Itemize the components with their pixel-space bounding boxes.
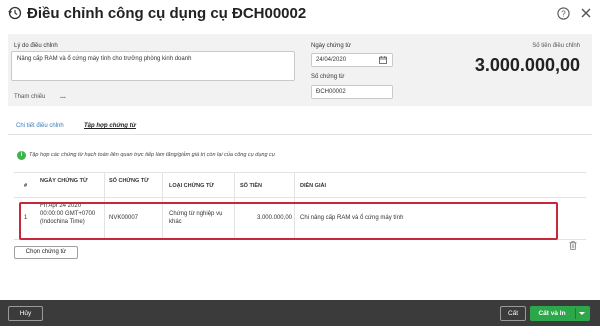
calendar-icon[interactable] — [379, 56, 387, 64]
tab-voucher-collection[interactable]: Tập hợp chứng từ — [84, 123, 136, 129]
chevron-down-icon[interactable] — [579, 312, 585, 315]
cancel-button[interactable]: Hủy — [8, 306, 43, 321]
amount-value: 3.000.000,00 — [474, 55, 580, 75]
info-text: Tập hợp các chứng từ hạch toán liên quan… — [29, 152, 275, 158]
close-icon[interactable] — [580, 7, 592, 19]
col-amount: SỐ TIỀN — [240, 183, 263, 189]
help-icon[interactable]: ? — [557, 7, 570, 20]
docno-input[interactable]: ĐCH00002 — [311, 85, 393, 99]
reference-link[interactable]: ... — [60, 93, 66, 100]
tab-adjust-detail[interactable]: Chi tiết điều chỉnh — [16, 123, 64, 129]
footer-bar: Hủy Cất Cất và In — [0, 300, 600, 326]
history-icon[interactable] — [8, 6, 22, 20]
info-icon: i — [17, 151, 26, 160]
grid-header: # NGÀY CHỨNG TỪ SỐ CHỨNG TỪ LOẠI CHỨNG T… — [14, 172, 586, 198]
col-docno: SỐ CHỨNG TỪ — [109, 178, 149, 184]
col-date: NGÀY CHỨNG TỪ — [40, 178, 88, 184]
button-separator — [575, 308, 576, 319]
save-button[interactable]: Cất — [500, 306, 526, 321]
row-highlight-box — [19, 202, 558, 240]
reason-textarea[interactable]: Nâng cấp RAM và ổ cứng máy tính cho trưở… — [11, 51, 295, 81]
title-bar: Điều chỉnh công cụ dụng cụ ĐCH00002 ? — [0, 0, 600, 28]
dialog-title: Điều chỉnh công cụ dụng cụ ĐCH00002 — [27, 5, 307, 22]
col-desc: DIỄN GIẢI — [300, 183, 326, 189]
col-index: # — [24, 183, 28, 189]
date-label: Ngày chứng từ — [311, 43, 352, 49]
docno-label: Số chứng từ — [311, 74, 345, 80]
reason-label: Lý do điều chỉnh — [14, 43, 58, 49]
save-and-print-button[interactable]: Cất và In — [530, 306, 590, 321]
amount-label: Số tiền điều chỉnh — [532, 43, 580, 49]
col-type: LOẠI CHỨNG TỪ — [169, 183, 214, 189]
svg-text:?: ? — [561, 9, 566, 18]
reference-label: Tham chiếu — [14, 94, 46, 100]
choose-voucher-button[interactable]: Chọn chứng từ — [14, 246, 78, 259]
trash-icon[interactable] — [569, 241, 577, 250]
save-and-print-label: Cất và In — [538, 310, 566, 317]
tab-divider — [8, 134, 592, 135]
adjust-tool-dialog: Điều chỉnh công cụ dụng cụ ĐCH00002 ? Lý… — [0, 0, 600, 326]
